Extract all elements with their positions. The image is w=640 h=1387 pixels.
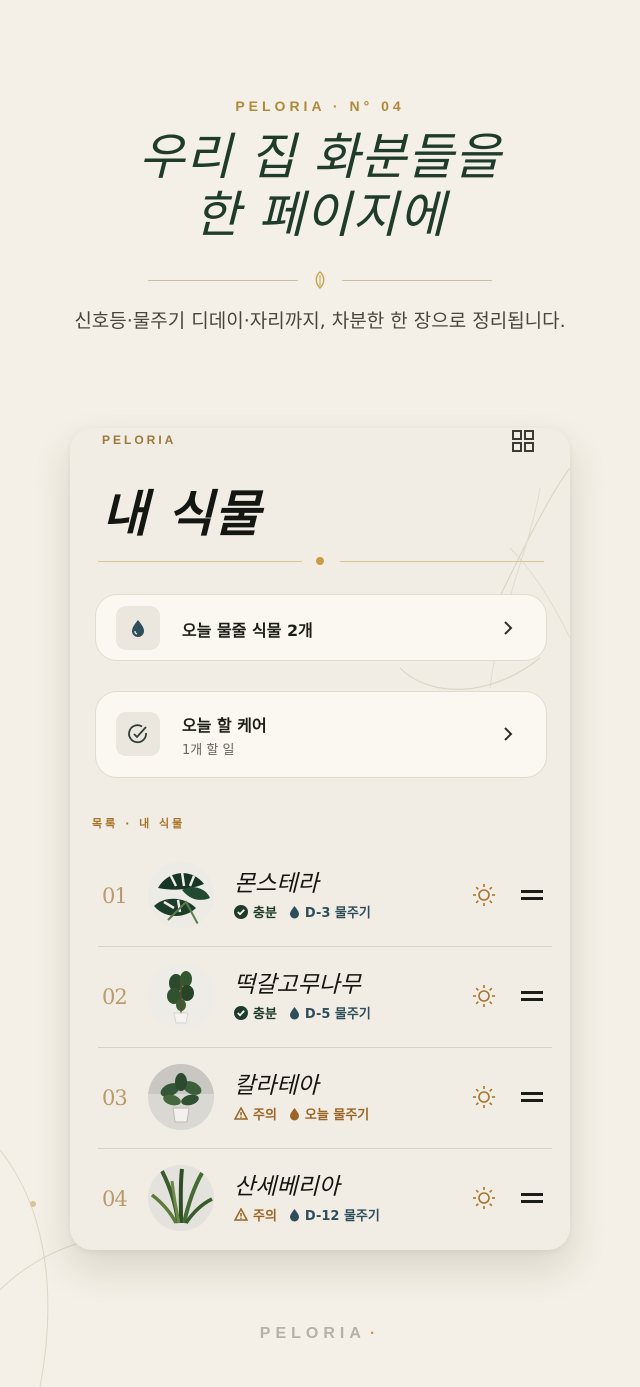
plant-name: 칼라테아 [234, 1073, 319, 1099]
eyebrow-label: PELORIA · N° 04 [235, 98, 405, 114]
status-badge: 주의 [234, 1104, 277, 1123]
plant-row[interactable]: 03 칼라테아 주의 오늘 물주기 [98, 1048, 552, 1149]
leaf-icon [315, 271, 325, 289]
sun-icon[interactable] [472, 883, 496, 907]
water-drop-icon [132, 620, 144, 637]
water-drop-icon [289, 1107, 299, 1120]
warning-triangle-icon [234, 1208, 248, 1221]
warning-triangle-icon [234, 1107, 248, 1120]
check-circle-icon [128, 724, 147, 744]
title-divider [98, 554, 544, 568]
hero-title-line2: 한 페이지에 [194, 186, 446, 244]
water-schedule: 오늘 물주기 [289, 1104, 369, 1123]
status-text: 충분 [253, 1007, 277, 1022]
plant-number: 02 [102, 985, 128, 1009]
plant-photo-calathea [148, 1064, 214, 1130]
grid-icon [512, 430, 534, 452]
plant-meta: 주의 오늘 물주기 [234, 1104, 369, 1123]
status-text: 주의 [253, 1108, 277, 1123]
footer-brand: PELORIA · [0, 1325, 640, 1343]
care-today-tile[interactable]: 오늘 할 케어 1개 할 일 [95, 691, 547, 778]
hero-title: 우리 집 화분들을 한 페이지에 [0, 128, 640, 244]
status-badge: 충분 [234, 902, 277, 921]
card-brand: PELORIA [102, 433, 177, 447]
page-title: 내 식물 [102, 485, 262, 543]
drag-handle-icon[interactable] [521, 1191, 543, 1205]
plant-name: 떡갈고무나무 [234, 972, 361, 998]
plant-number: 03 [102, 1086, 128, 1110]
water-drop-icon [289, 905, 299, 918]
footer-brand-text: PELORIA [259, 1325, 366, 1342]
water-drop-icon [289, 1006, 299, 1019]
grid-view-button[interactable] [510, 428, 536, 454]
plant-name: 산세베리아 [234, 1174, 340, 1200]
drag-handle-icon[interactable] [521, 989, 543, 1003]
plant-meta: 충분 D-5 물주기 [234, 1003, 371, 1022]
hero-title-line1: 우리 집 화분들을 [138, 128, 502, 186]
check-badge-icon [234, 1005, 248, 1020]
section-label: 목록 · 내 식물 [92, 817, 186, 830]
water-text: D-12 물주기 [304, 1209, 380, 1224]
subtitle: 신호등·물주기 디데이·자리까지, 차분한 한 장으로 정리됩니다. [74, 310, 566, 332]
water-drop-icon [289, 1208, 299, 1221]
care-tile-sub: 1개 할 일 [182, 743, 235, 758]
plant-photo-sansevieria [148, 1165, 214, 1231]
footer-dot: · [369, 1325, 381, 1342]
plant-name: 몬스테라 [234, 871, 319, 897]
water-text: 오늘 물주기 [304, 1108, 370, 1123]
hero-divider [148, 270, 492, 290]
plant-row[interactable]: 04 산세베리아 주의 D-12 물주기 [98, 1149, 552, 1250]
chevron-right-icon [504, 727, 513, 741]
plant-meta: 주의 D-12 물주기 [234, 1205, 380, 1224]
status-text: 주의 [253, 1209, 277, 1224]
water-tile-label: 오늘 물줄 식물 2개 [182, 621, 313, 640]
sun-icon[interactable] [472, 1085, 496, 1109]
water-tile-icon-box [116, 606, 160, 650]
plant-number: 01 [102, 884, 128, 908]
plant-row[interactable]: 02 떡갈고무나무 충분 D-5 물주기 [98, 947, 552, 1048]
plant-row[interactable]: 01 몬스테라 충분 D-3 물주기 [98, 846, 552, 947]
sun-icon[interactable] [472, 1186, 496, 1210]
drag-handle-icon[interactable] [521, 888, 543, 902]
app-card: PELORIA 내 식물 오늘 물줄 식물 2개 오늘 할 케어 1개 할 일 … [70, 428, 570, 1250]
water-text: D-3 물주기 [304, 906, 371, 921]
water-schedule: D-3 물주기 [289, 902, 371, 921]
status-badge: 주의 [234, 1205, 277, 1224]
status-text: 충분 [253, 906, 277, 921]
plant-number: 04 [102, 1187, 128, 1211]
sun-icon[interactable] [472, 984, 496, 1008]
plant-meta: 충분 D-3 물주기 [234, 902, 371, 921]
water-schedule: D-5 물주기 [289, 1003, 371, 1022]
care-tile-icon-box [116, 712, 160, 756]
plant-photo-monstera [148, 862, 214, 928]
chevron-right-icon [504, 621, 513, 635]
water-today-tile[interactable]: 오늘 물줄 식물 2개 [95, 594, 547, 661]
water-text: D-5 물주기 [304, 1007, 371, 1022]
check-badge-icon [234, 904, 248, 919]
plant-photo-fiddle-leaf-fig [148, 963, 214, 1029]
care-tile-label: 오늘 할 케어 [182, 716, 267, 735]
status-badge: 충분 [234, 1003, 277, 1022]
drag-handle-icon[interactable] [521, 1090, 543, 1104]
water-schedule: D-12 물주기 [289, 1205, 380, 1224]
